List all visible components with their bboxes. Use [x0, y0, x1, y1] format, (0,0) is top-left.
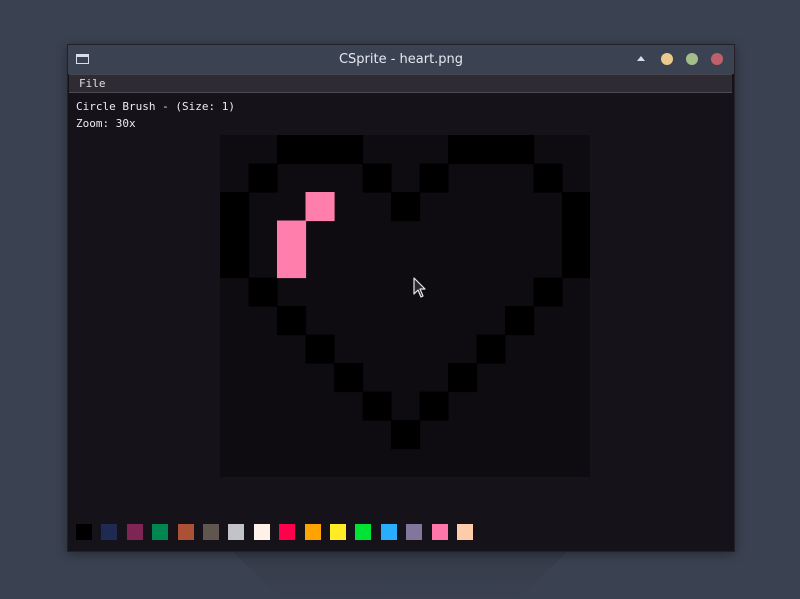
- outline-pixel: [476, 135, 506, 165]
- close-button[interactable]: [711, 53, 723, 65]
- outline-pixel: [220, 249, 250, 279]
- palette-swatch[interactable]: [355, 524, 372, 540]
- outline-pixel: [505, 306, 535, 336]
- outline-pixel: [562, 249, 590, 279]
- palette-swatch[interactable]: [330, 524, 346, 540]
- app-window: CSprite - heart.png File Circle Brush - …: [67, 44, 735, 552]
- outline-pixel: [220, 192, 250, 222]
- painted-pixel: [277, 249, 307, 279]
- mouse-pointer-icon: [413, 277, 427, 303]
- outline-pixel: [562, 192, 590, 222]
- palette-swatch[interactable]: [152, 524, 169, 540]
- pixel-canvas[interactable]: [220, 135, 590, 477]
- outline-pixel: [505, 135, 535, 165]
- outline-pixel: [277, 306, 307, 336]
- outline-pixel: [533, 277, 563, 307]
- outline-pixel: [419, 391, 449, 421]
- palette-swatch[interactable]: [279, 524, 296, 540]
- outline-pixel: [334, 135, 364, 165]
- desktop-shadow: [230, 549, 570, 599]
- outline-pixel: [391, 420, 421, 450]
- menu-bar: File: [69, 74, 732, 93]
- outline-pixel: [248, 163, 278, 193]
- palette-swatch[interactable]: [177, 524, 194, 540]
- maximize-button[interactable]: [686, 53, 698, 65]
- outline-pixel: [305, 135, 335, 165]
- palette-swatch[interactable]: [203, 524, 219, 540]
- window-title: CSprite - heart.png: [338, 52, 464, 67]
- brush-status: Circle Brush - (Size: 1): [76, 100, 235, 113]
- outline-pixel: [362, 391, 392, 421]
- outline-pixel: [305, 334, 335, 364]
- palette-swatch[interactable]: [304, 524, 321, 540]
- outline-pixel: [448, 135, 478, 165]
- palette-swatch[interactable]: [406, 524, 423, 540]
- title-bar[interactable]: CSprite - heart.png: [68, 45, 734, 74]
- palette-swatch[interactable]: [228, 524, 245, 540]
- palette-swatch[interactable]: [253, 524, 270, 540]
- palette-swatch[interactable]: [457, 524, 473, 540]
- keep-above-icon[interactable]: [637, 56, 645, 61]
- outline-pixel: [220, 220, 250, 250]
- outline-pixel: [334, 363, 364, 393]
- painted-pixel: [305, 192, 335, 222]
- painted-pixel: [277, 220, 307, 250]
- palette-swatch[interactable]: [431, 524, 448, 540]
- zoom-status: Zoom: 30x: [76, 117, 136, 130]
- palette-swatch[interactable]: [380, 524, 397, 540]
- outline-pixel: [476, 334, 506, 364]
- outline-pixel: [448, 363, 478, 393]
- outline-pixel: [419, 163, 449, 193]
- palette-swatch[interactable]: [126, 524, 143, 540]
- palette-swatch[interactable]: [76, 524, 92, 540]
- palette-swatch[interactable]: [101, 524, 118, 540]
- outline-pixel: [533, 163, 563, 193]
- outline-pixel: [391, 192, 421, 222]
- outline-pixel: [362, 163, 392, 193]
- minimize-button[interactable]: [661, 53, 673, 65]
- outline-pixel: [562, 220, 590, 250]
- menu-file[interactable]: File: [79, 75, 106, 92]
- outline-pixel: [248, 277, 278, 307]
- outline-pixel: [277, 135, 307, 165]
